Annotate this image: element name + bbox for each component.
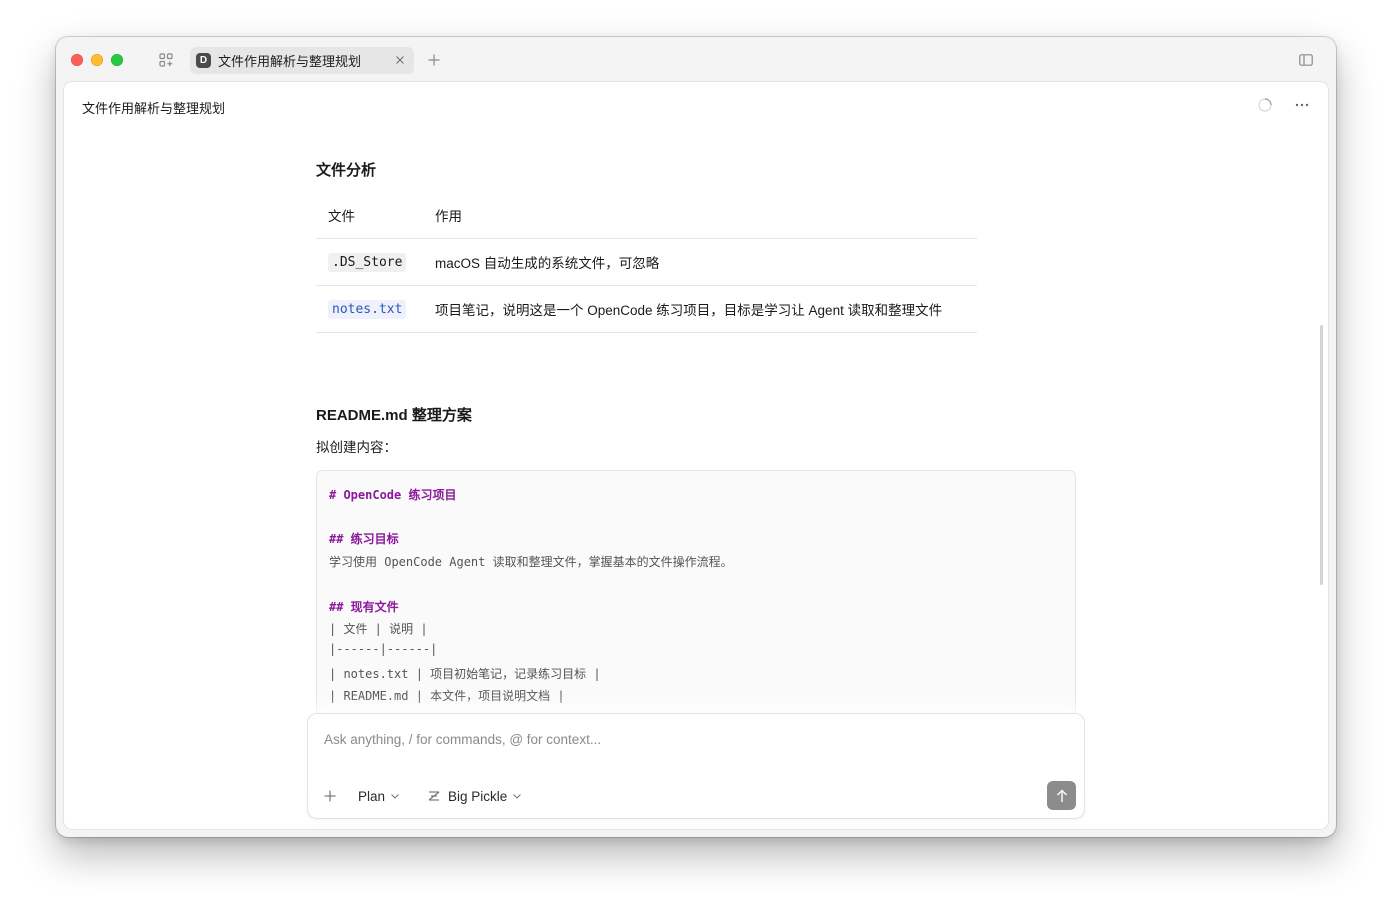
chevron-down-icon	[391, 793, 399, 799]
table-cell-desc: macOS 自动生成的系统文件，可忽略	[423, 238, 977, 286]
model-icon	[428, 790, 440, 802]
code-line: ## 练习目标	[329, 532, 399, 546]
code-line: 学习使用 OpenCode Agent 读取和整理文件，掌握基本的文件操作流程。	[329, 555, 733, 569]
arrow-up-icon	[1056, 789, 1068, 803]
model-label: Big Pickle	[448, 788, 508, 804]
file-link[interactable]: notes.txt	[328, 300, 407, 319]
prompt-composer: Plan Big Pickle	[307, 713, 1085, 819]
code-line: | 文件 | 说明 |	[329, 622, 428, 636]
scrollbar[interactable]	[1320, 325, 1323, 585]
title-bar: D 文件作用解析与整理规划	[56, 37, 1336, 81]
code-line: # OpenCode 练习项目	[329, 488, 457, 502]
section-heading-readme-plan: README.md 整理方案	[316, 407, 472, 424]
code-block: # OpenCode 练习项目 ## 练习目标 学习使用 OpenCode Ag…	[316, 470, 1076, 732]
file-table: 文件 作用 .DS_Store macOS 自动生成的系统文件，可忽略 note…	[316, 192, 977, 333]
inline-code: .DS_Store	[328, 253, 407, 272]
code-line: |------|------|	[329, 642, 438, 656]
code-line: | notes.txt | 项目初始笔记，记录练习目标 |	[329, 667, 601, 681]
tab-active[interactable]: D 文件作用解析与整理规划	[190, 47, 414, 74]
grid-icon[interactable]	[156, 51, 176, 69]
tab-badge: D	[196, 53, 211, 68]
close-window-button[interactable]	[71, 54, 83, 66]
table-header-cell: 文件	[316, 192, 423, 239]
minimize-window-button[interactable]	[91, 54, 103, 66]
model-select[interactable]: Big Pickle	[428, 786, 522, 806]
app-window: D 文件作用解析与整理规划 文件作用解析与整理规划 文件分析 文件 作用 .DS…	[56, 37, 1336, 837]
tab-title: 文件作用解析与整理规划	[218, 54, 362, 69]
code-line: | README.md | 本文件，项目说明文档 |	[329, 689, 565, 703]
table-row: notes.txt 项目笔记，说明这是一个 OpenCode 练习项目，目标是学…	[316, 285, 977, 333]
more-icon[interactable]	[1292, 95, 1312, 115]
table-cell-desc: 项目笔记，说明这是一个 OpenCode 练习项目，目标是学习让 Agent 读…	[423, 285, 977, 333]
session-panel: 文件作用解析与整理规划 文件分析 文件 作用 .DS_Store macOS 自…	[64, 82, 1328, 829]
table-header-row: 文件 作用	[316, 192, 977, 239]
send-button[interactable]	[1047, 781, 1076, 810]
table-header-cell: 作用	[423, 192, 977, 239]
plan-label: 拟创建内容：	[316, 440, 397, 455]
plus-icon[interactable]	[424, 51, 444, 69]
table-cell-file: .DS_Store	[316, 238, 423, 286]
mode-label: Plan	[358, 788, 386, 804]
mode-select[interactable]: Plan	[358, 786, 399, 806]
prompt-input[interactable]	[324, 732, 1024, 747]
zoom-window-button[interactable]	[111, 54, 123, 66]
close-icon[interactable]	[392, 52, 408, 68]
chevron-down-icon	[513, 793, 522, 799]
plus-icon[interactable]	[320, 786, 340, 806]
table-cell-file: notes.txt	[316, 285, 423, 333]
sidebar-icon[interactable]	[1296, 51, 1316, 69]
section-heading-file-analysis: 文件分析	[316, 162, 377, 179]
spinner-icon	[1258, 98, 1272, 112]
code-line: ## 现有文件	[329, 600, 399, 614]
table-row: .DS_Store macOS 自动生成的系统文件，可忽略	[316, 238, 977, 286]
page-title: 文件作用解析与整理规划	[82, 101, 226, 116]
